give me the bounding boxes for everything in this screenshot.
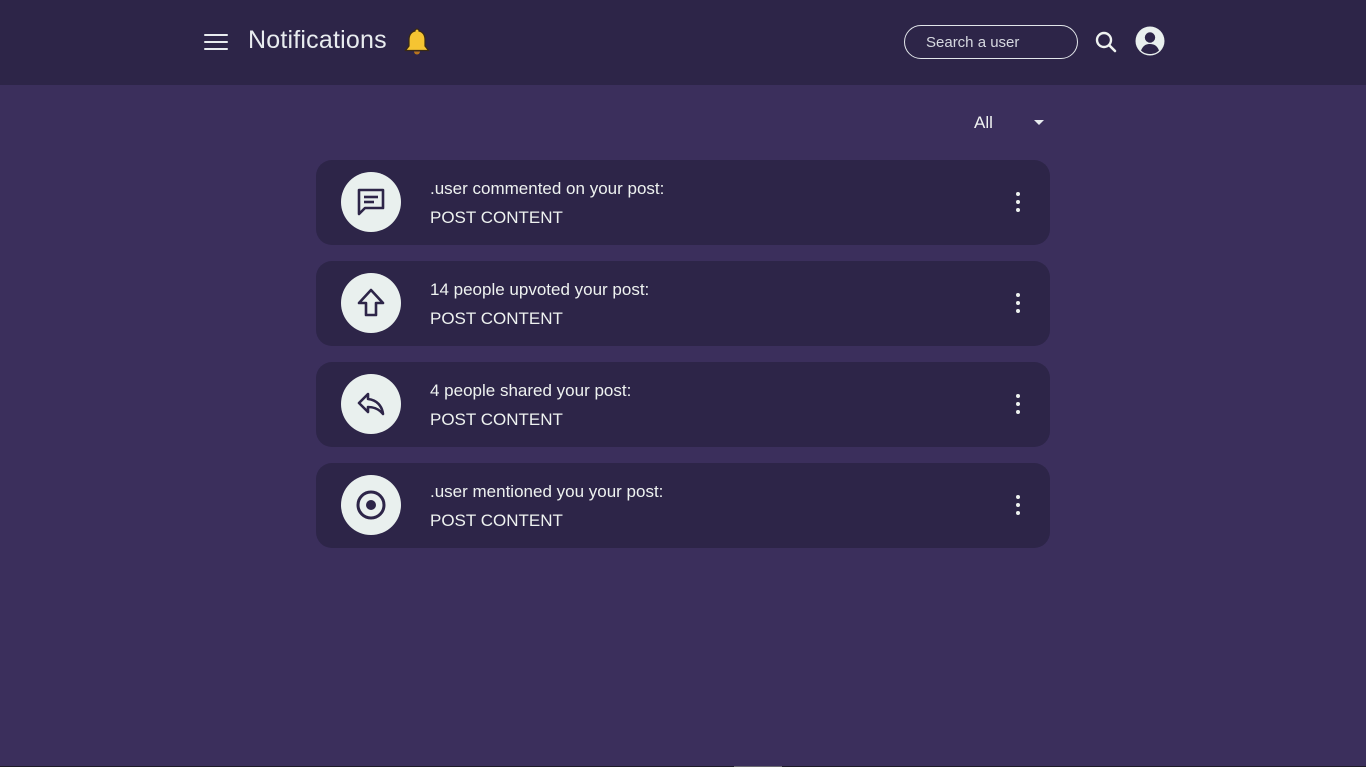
notification-post-content[interactable]: POST CONTENT: [430, 410, 563, 430]
hamburger-menu-icon[interactable]: [203, 31, 229, 53]
comment-icon: [357, 188, 385, 216]
more-options-icon[interactable]: [1004, 287, 1032, 319]
notification-icon-badge: [341, 273, 401, 333]
notification-item[interactable]: .user commented on your post: POST CONTE…: [316, 160, 1050, 245]
caret-down-icon: [1034, 120, 1044, 125]
notification-post-content[interactable]: POST CONTENT: [430, 511, 563, 531]
mention-target-icon: [356, 490, 386, 520]
notification-item[interactable]: 4 people shared your post: POST CONTENT: [316, 362, 1050, 447]
notification-title: .user commented on your post:: [430, 179, 665, 198]
more-options-icon[interactable]: [1004, 388, 1032, 420]
notification-list: .user commented on your post: POST CONTE…: [316, 160, 1050, 564]
filter-selected-value: All: [974, 113, 993, 132]
more-options-icon[interactable]: [1004, 186, 1032, 218]
upvote-arrow-icon: [357, 288, 385, 317]
notification-item[interactable]: 14 people upvoted your post: POST CONTEN…: [316, 261, 1050, 346]
share-reply-icon: [357, 392, 385, 416]
notification-item[interactable]: .user mentioned you your post: POST CONT…: [316, 463, 1050, 548]
notification-title: 4 people shared your post:: [430, 381, 632, 400]
notification-icon-badge: [341, 475, 401, 535]
notification-post-content[interactable]: POST CONTENT: [430, 309, 563, 329]
app-header: Notifications: [0, 0, 1366, 85]
user-avatar-icon[interactable]: [1135, 26, 1165, 56]
notification-icon-badge: [341, 374, 401, 434]
search-icon[interactable]: [1094, 30, 1118, 54]
notification-icon-badge: [341, 172, 401, 232]
menu-line: [204, 34, 228, 36]
notification-post-content[interactable]: POST CONTENT: [430, 208, 563, 228]
notification-title: .user mentioned you your post:: [430, 482, 664, 501]
menu-line: [204, 48, 228, 50]
menu-line: [204, 41, 228, 43]
bell-icon: [404, 28, 430, 55]
notification-filter-dropdown[interactable]: All: [962, 107, 1052, 137]
more-options-icon[interactable]: [1004, 489, 1032, 521]
notification-title: 14 people upvoted your post:: [430, 280, 650, 299]
page-title: Notifications: [248, 26, 387, 54]
search-user-input[interactable]: [904, 25, 1078, 59]
